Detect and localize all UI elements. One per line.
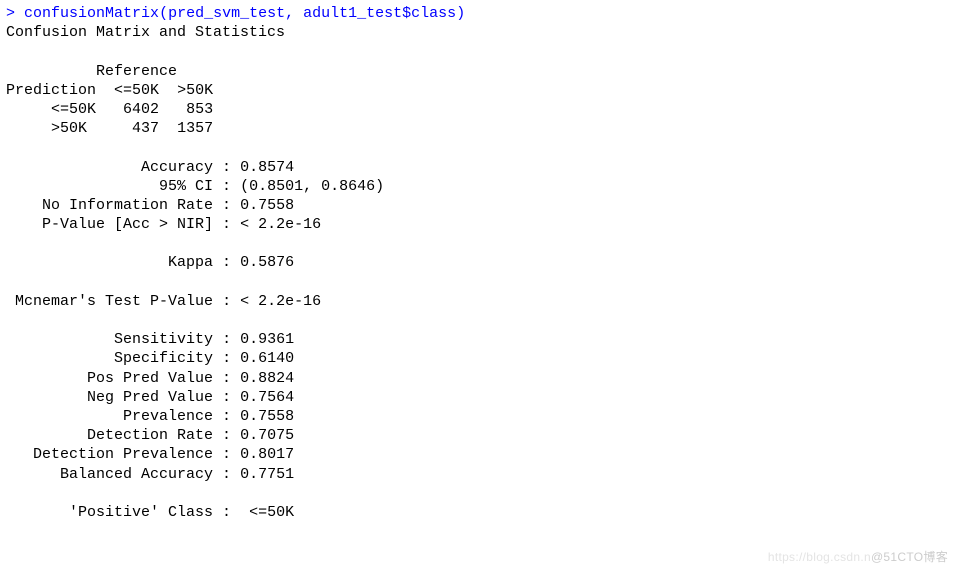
prevalence-value: 0.7558 <box>240 408 294 425</box>
row-2-name: >50K <box>51 120 87 137</box>
accuracy-label: Accuracy <box>141 159 213 176</box>
arg-field: class <box>411 5 456 22</box>
specificity-value: 0.6140 <box>240 350 294 367</box>
col-header-1: <=50K <box>114 82 159 99</box>
r-console-output: > confusionMatrix(pred_svm_test, adult1_… <box>0 0 960 526</box>
mcnemar-label: Mcnemar's Test P-Value <box>15 293 213 310</box>
watermark: https://blog.csdn.n@51CTO博客 <box>768 548 948 565</box>
detect-rate-value: 0.7075 <box>240 427 294 444</box>
open-paren: ( <box>159 5 168 22</box>
specificity-label: Specificity <box>114 350 213 367</box>
function-name: confusionMatrix <box>24 5 159 22</box>
sensitivity-label: Sensitivity <box>114 331 213 348</box>
cell-1-2: 853 <box>186 101 213 118</box>
ci-value: (0.8501, 0.8646) <box>240 178 384 195</box>
pval-acc-label: P-Value [Acc > NIR] <box>42 216 213 233</box>
dollar-operator: $ <box>402 5 411 22</box>
cell-1-1: 6402 <box>123 101 159 118</box>
bal-acc-value: 0.7751 <box>240 466 294 483</box>
col-header-2: >50K <box>177 82 213 99</box>
arg-pred: pred_svm_test <box>168 5 285 22</box>
kappa-label: Kappa <box>168 254 213 271</box>
reference-label: Reference <box>96 63 177 80</box>
bal-acc-label: Balanced Accuracy <box>60 466 213 483</box>
kappa-value: 0.5876 <box>240 254 294 271</box>
watermark-faint: https://blog.csdn.n <box>768 550 871 564</box>
close-paren: ) <box>456 5 465 22</box>
arg-data: adult1_test <box>303 5 402 22</box>
row-1-name: <=50K <box>51 101 96 118</box>
sensitivity-value: 0.9361 <box>240 331 294 348</box>
cell-2-1: 437 <box>132 120 159 137</box>
pval-acc-value: < 2.2e-16 <box>240 216 321 233</box>
cell-2-2: 1357 <box>177 120 213 137</box>
detect-rate-label: Detection Rate <box>87 427 213 444</box>
ppv-value: 0.8824 <box>240 370 294 387</box>
prompt-symbol: > <box>6 5 15 22</box>
ci-label: 95% CI <box>159 178 213 195</box>
accuracy-value: 0.8574 <box>240 159 294 176</box>
prediction-label: Prediction <box>6 82 96 99</box>
mcnemar-value: < 2.2e-16 <box>240 293 321 310</box>
ppv-label: Pos Pred Value <box>87 370 213 387</box>
output-header: Confusion Matrix and Statistics <box>6 24 285 41</box>
prevalence-label: Prevalence <box>123 408 213 425</box>
detect-prev-value: 0.8017 <box>240 446 294 463</box>
nir-label: No Information Rate <box>42 197 213 214</box>
npv-label: Neg Pred Value <box>87 389 213 406</box>
nir-value: 0.7558 <box>240 197 294 214</box>
detect-prev-label: Detection Prevalence <box>33 446 213 463</box>
arg-separator: , <box>285 5 303 22</box>
pos-class-label: 'Positive' Class <box>69 504 213 521</box>
npv-value: 0.7564 <box>240 389 294 406</box>
watermark-main: @51CTO博客 <box>871 550 948 564</box>
pos-class-value: <=50K <box>240 504 294 521</box>
